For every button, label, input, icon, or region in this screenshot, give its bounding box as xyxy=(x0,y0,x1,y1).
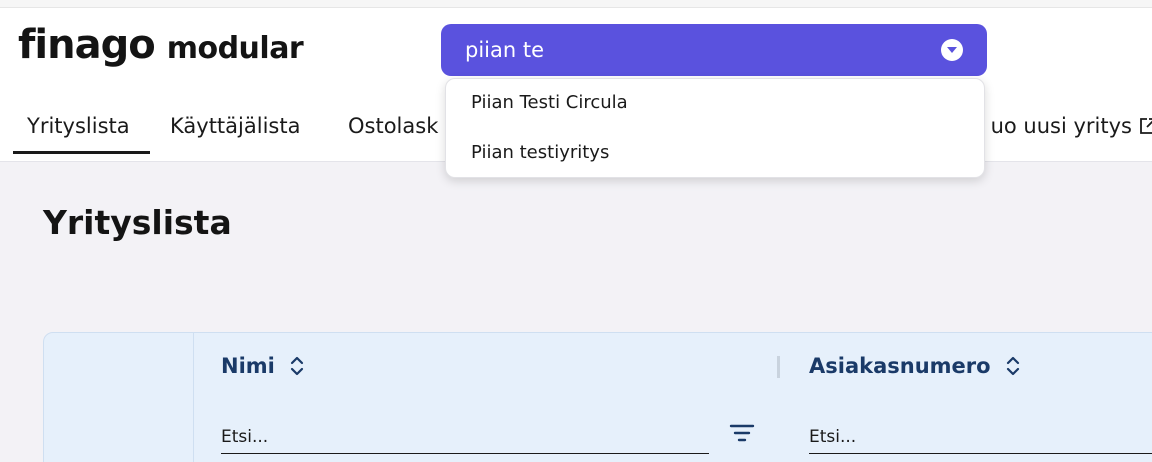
nimi-filter-input[interactable] xyxy=(221,420,709,454)
external-link-icon xyxy=(1140,118,1152,134)
tab-kayttajalista[interactable]: Käyttäjälista xyxy=(170,114,300,138)
tab-ostolaskut[interactable]: Ostolask xyxy=(348,114,438,138)
column-header-label: Nimi xyxy=(221,354,275,378)
logo-product: modular xyxy=(166,31,304,66)
dropdown-option-piian-testi-circula[interactable]: Piian Testi Circula xyxy=(471,92,628,113)
column-header-asiakasnumero[interactable]: Asiakasnumero xyxy=(809,354,1021,378)
sort-icon[interactable] xyxy=(1005,355,1021,377)
finago-modular-logo[interactable]: finago modular xyxy=(18,22,304,68)
logo-brand: finago xyxy=(18,22,156,68)
company-search-select[interactable]: piian te xyxy=(441,24,987,76)
active-tab-indicator xyxy=(13,151,150,154)
browser-top-strip xyxy=(0,0,1152,8)
page-title: Yrityslista xyxy=(43,203,232,242)
dropdown-option-piian-testiyritys[interactable]: Piian testiyritys xyxy=(471,142,609,163)
asiakasnumero-filter-input[interactable] xyxy=(809,420,1152,454)
company-search-value[interactable]: piian te xyxy=(465,38,544,62)
tab-yrityslista[interactable]: Yrityslista xyxy=(27,114,130,138)
company-dropdown: Piian Testi Circula Piian testiyritys xyxy=(445,78,985,178)
filter-icon[interactable] xyxy=(729,423,755,443)
create-company-link[interactable]: uo uusi yritys xyxy=(991,114,1152,138)
column-resize-handle[interactable] xyxy=(777,356,780,378)
create-company-label: uo uusi yritys xyxy=(990,114,1132,138)
dropdown-toggle-icon[interactable] xyxy=(941,39,963,61)
checkbox-column-divider xyxy=(193,333,194,462)
column-header-label: Asiakasnumero xyxy=(809,354,991,378)
column-header-nimi[interactable]: Nimi xyxy=(221,354,305,378)
sort-icon[interactable] xyxy=(289,355,305,377)
